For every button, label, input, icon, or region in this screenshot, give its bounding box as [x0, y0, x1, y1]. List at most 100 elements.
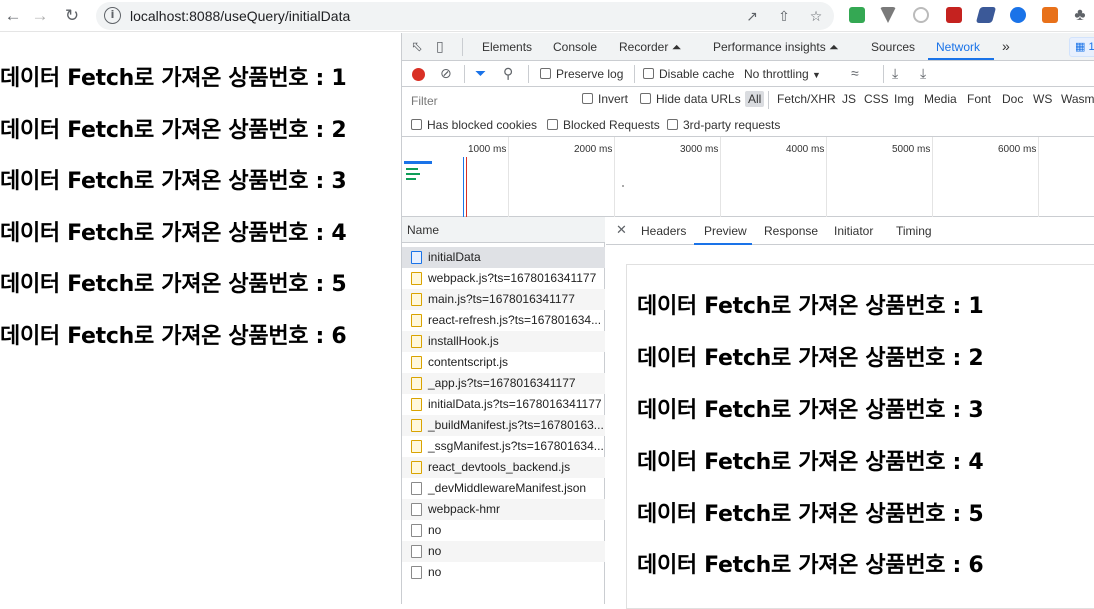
- browser-toolbar: ← → ↻ i localhost:8088/useQuery/initialD…: [0, 0, 1094, 32]
- forward-arrow-icon[interactable]: →: [29, 5, 51, 27]
- blocked-cookies-checkbox[interactable]: Has blocked cookies: [411, 118, 537, 132]
- request-row[interactable]: webpack.js?ts=1678016341177: [402, 268, 605, 289]
- request-row[interactable]: no: [402, 562, 605, 583]
- disable-cache-checkbox[interactable]: Disable cache: [643, 67, 734, 81]
- extension-icon[interactable]: [1042, 7, 1058, 23]
- tab-timing[interactable]: Timing: [896, 224, 932, 238]
- hide-data-urls-checkbox[interactable]: Hide data URLs: [640, 92, 741, 106]
- request-row[interactable]: no: [402, 520, 605, 541]
- tab-network[interactable]: Network: [936, 40, 980, 54]
- tab-elements[interactable]: Elements: [482, 40, 532, 54]
- search-icon[interactable]: ⚲: [503, 65, 513, 82]
- request-row[interactable]: _ssgManifest.js?ts=167801634...: [402, 436, 605, 457]
- document-icon: [411, 251, 422, 264]
- filter-type-all[interactable]: All: [745, 91, 765, 107]
- tab-performance-insights[interactable]: Performance insights ⏶: [713, 40, 839, 55]
- filter-type-wasm[interactable]: Wasm: [1061, 92, 1094, 106]
- tab-sources[interactable]: Sources: [871, 40, 915, 54]
- inspect-element-icon[interactable]: ⬁: [411, 38, 423, 55]
- preserve-log-checkbox[interactable]: Preserve log: [540, 67, 623, 81]
- request-row[interactable]: _app.js?ts=1678016341177: [402, 373, 605, 394]
- divider: [464, 65, 465, 83]
- request-row[interactable]: react_devtools_backend.js: [402, 457, 605, 478]
- tab-recorder[interactable]: Recorder ⏶: [619, 40, 681, 55]
- filter-type-font[interactable]: Font: [967, 92, 991, 106]
- export-har-icon[interactable]: ⤓: [920, 65, 926, 82]
- checkbox-box[interactable]: [540, 68, 551, 79]
- site-info-icon[interactable]: i: [104, 7, 121, 24]
- extensions-puzzle-icon[interactable]: ♣: [1069, 4, 1091, 26]
- issues-badge[interactable]: ▦ 1: [1069, 37, 1094, 57]
- request-row[interactable]: main.js?ts=1678016341177: [402, 289, 605, 310]
- bookmark-star-icon[interactable]: ☆: [808, 8, 824, 24]
- import-har-icon[interactable]: ⤓: [892, 65, 898, 82]
- extension-icon[interactable]: [1010, 7, 1026, 23]
- vue-devtools-icon[interactable]: [880, 7, 896, 23]
- script-icon: [411, 314, 422, 327]
- blocked-cookies-label: Has blocked cookies: [427, 118, 538, 132]
- extension-icon[interactable]: [913, 7, 929, 23]
- request-row[interactable]: initialData: [402, 247, 605, 268]
- filter-type-ws[interactable]: WS: [1033, 92, 1052, 106]
- request-row[interactable]: react-refresh.js?ts=167801634...: [402, 310, 605, 331]
- filter-input[interactable]: Filter: [408, 91, 570, 110]
- extension-icon[interactable]: [849, 7, 865, 23]
- open-in-window-icon[interactable]: ↗: [744, 8, 760, 24]
- tab-console[interactable]: Console: [553, 40, 597, 54]
- more-tabs-button[interactable]: »: [1002, 38, 1010, 54]
- request-row[interactable]: installHook.js: [402, 331, 605, 352]
- checkbox-box[interactable]: [643, 68, 654, 79]
- filter-icon[interactable]: ⏷: [475, 65, 486, 82]
- throttling-select[interactable]: No throttling ▼: [744, 67, 821, 81]
- network-conditions-icon[interactable]: ≈: [851, 65, 859, 81]
- request-row[interactable]: initialData.js?ts=1678016341177: [402, 394, 605, 415]
- close-icon[interactable]: ✕: [616, 222, 627, 238]
- request-name: react_devtools_backend.js: [428, 460, 571, 474]
- request-row[interactable]: no: [402, 541, 605, 562]
- filter-type-doc[interactable]: Doc: [1002, 92, 1023, 106]
- request-row[interactable]: webpack-hmr: [402, 499, 605, 520]
- tab-preview[interactable]: Preview: [704, 224, 747, 238]
- clear-icon[interactable]: ⊘: [440, 65, 452, 82]
- divider: [528, 65, 529, 83]
- checkbox-box[interactable]: [640, 93, 651, 104]
- reload-icon[interactable]: ↻: [61, 5, 83, 27]
- request-row[interactable]: _buildManifest.js?ts=16780163...: [402, 415, 605, 436]
- blocked-requests-checkbox[interactable]: Blocked Requests: [547, 118, 660, 132]
- file-icon: [411, 566, 422, 579]
- request-name: initialData.js?ts=1678016341177: [428, 397, 602, 411]
- request-name: no: [428, 523, 442, 537]
- share-icon[interactable]: ⇧: [776, 8, 792, 24]
- checkbox-box[interactable]: [547, 119, 558, 130]
- product-heading: 데이터 Fetch로 가져온 상품번호 : 2: [0, 118, 347, 143]
- checkbox-box[interactable]: [582, 93, 593, 104]
- device-toggle-icon[interactable]: ▯: [436, 38, 444, 55]
- response-preview: 데이터 Fetch로 가져온 상품번호 : 1 데이터 Fetch로 가져온 상…: [626, 264, 1094, 609]
- filter-type-img[interactable]: Img: [894, 92, 914, 106]
- record-icon[interactable]: [412, 68, 425, 81]
- timeline-label: 1000 ms: [468, 144, 507, 155]
- extension-icon[interactable]: [975, 7, 997, 23]
- filter-type-css[interactable]: CSS: [864, 92, 889, 106]
- back-arrow-icon[interactable]: ←: [2, 5, 24, 27]
- tab-response[interactable]: Response: [764, 224, 818, 238]
- extension-icon[interactable]: [946, 7, 962, 23]
- invert-checkbox[interactable]: Invert: [582, 92, 628, 106]
- filter-type-js[interactable]: JS: [842, 92, 856, 106]
- checkbox-box[interactable]: [667, 119, 678, 130]
- third-party-checkbox[interactable]: 3rd-party requests: [667, 118, 780, 132]
- address-bar[interactable]: i localhost:8088/useQuery/initialData ↗ …: [96, 2, 834, 30]
- request-row[interactable]: contentscript.js: [402, 352, 605, 373]
- column-header-name[interactable]: Name: [402, 217, 605, 243]
- checkbox-box[interactable]: [411, 119, 422, 130]
- timeline-bar: [406, 168, 418, 170]
- url-text[interactable]: localhost:8088/useQuery/initialData: [130, 8, 350, 24]
- tab-headers[interactable]: Headers: [641, 224, 686, 238]
- request-row[interactable]: _devMiddlewareManifest.json: [402, 478, 605, 499]
- disable-cache-label: Disable cache: [659, 67, 735, 81]
- filter-type-fetch-xhr[interactable]: Fetch/XHR: [777, 92, 836, 106]
- network-timeline-overview[interactable]: 1000 ms 2000 ms 3000 ms 4000 ms 5000 ms …: [402, 137, 1094, 217]
- filter-type-media[interactable]: Media: [924, 92, 957, 106]
- preview-heading: 데이터 Fetch로 가져온 상품번호 : 3: [637, 398, 984, 423]
- tab-initiator[interactable]: Initiator: [834, 224, 873, 238]
